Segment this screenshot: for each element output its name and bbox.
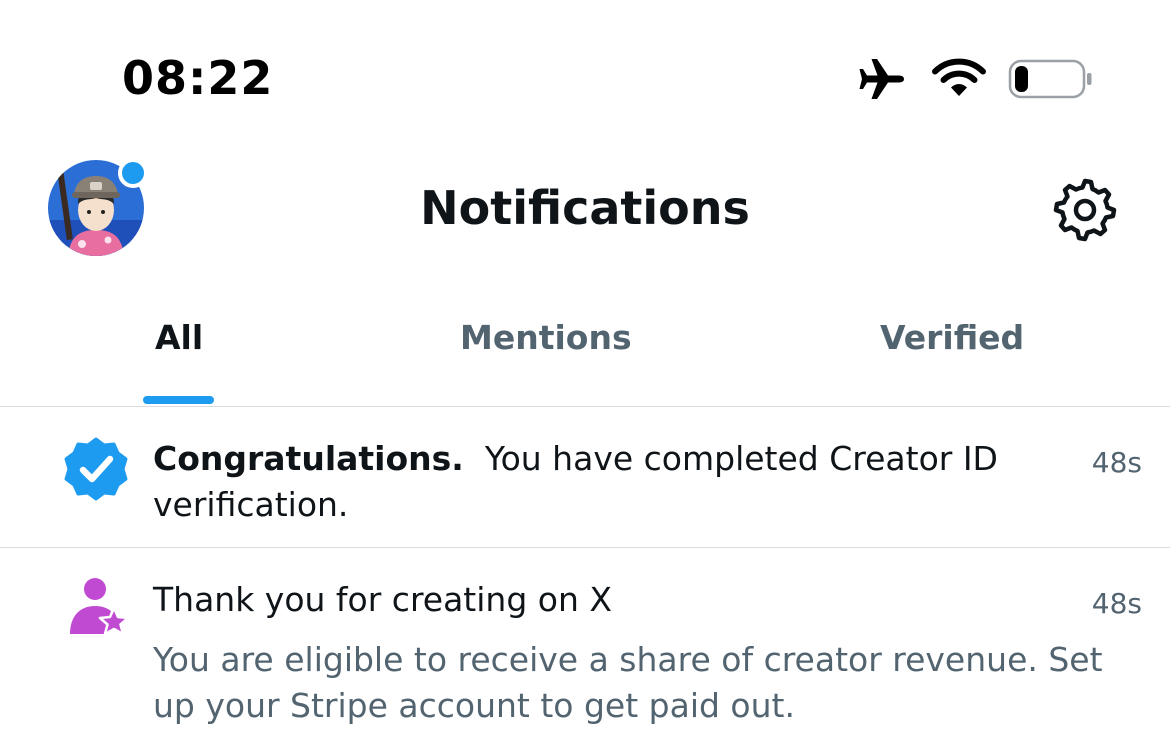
verified-badge-icon [64,437,128,501]
battery-icon [1008,59,1092,99]
notification-text: Congratulations. You have completed Crea… [153,436,1058,528]
gear-icon [1053,178,1117,242]
page-title: Notifications [420,181,750,235]
tab-all[interactable]: All [155,318,203,358]
battery-level [1015,66,1028,92]
settings-button[interactable] [1050,175,1120,245]
airplane-icon [859,59,904,99]
notification-body: You are eligible to receive a share of c… [153,640,1103,725]
status-time: 08:22 [122,51,274,105]
notification-time: 48s [1091,446,1142,479]
notification-item[interactable]: Thank you for creating on X You are elig… [0,548,1170,745]
notification-item[interactable]: Congratulations. You have completed Crea… [0,407,1170,548]
creator-star-icon [70,578,130,636]
wifi-icon [932,58,986,96]
notification-title: Thank you for creating on X [153,580,612,619]
notification-bold-text: Congratulations. [153,439,464,478]
tab-verified[interactable]: Verified [880,318,1024,358]
status-bar: 08:22 [0,0,1170,150]
tab-bar: All Mentions Verified [0,300,1170,407]
unread-indicator-dot [118,158,148,188]
notification-time: 48s [1091,587,1142,620]
active-tab-indicator [143,396,214,404]
tab-mentions[interactable]: Mentions [460,318,632,358]
